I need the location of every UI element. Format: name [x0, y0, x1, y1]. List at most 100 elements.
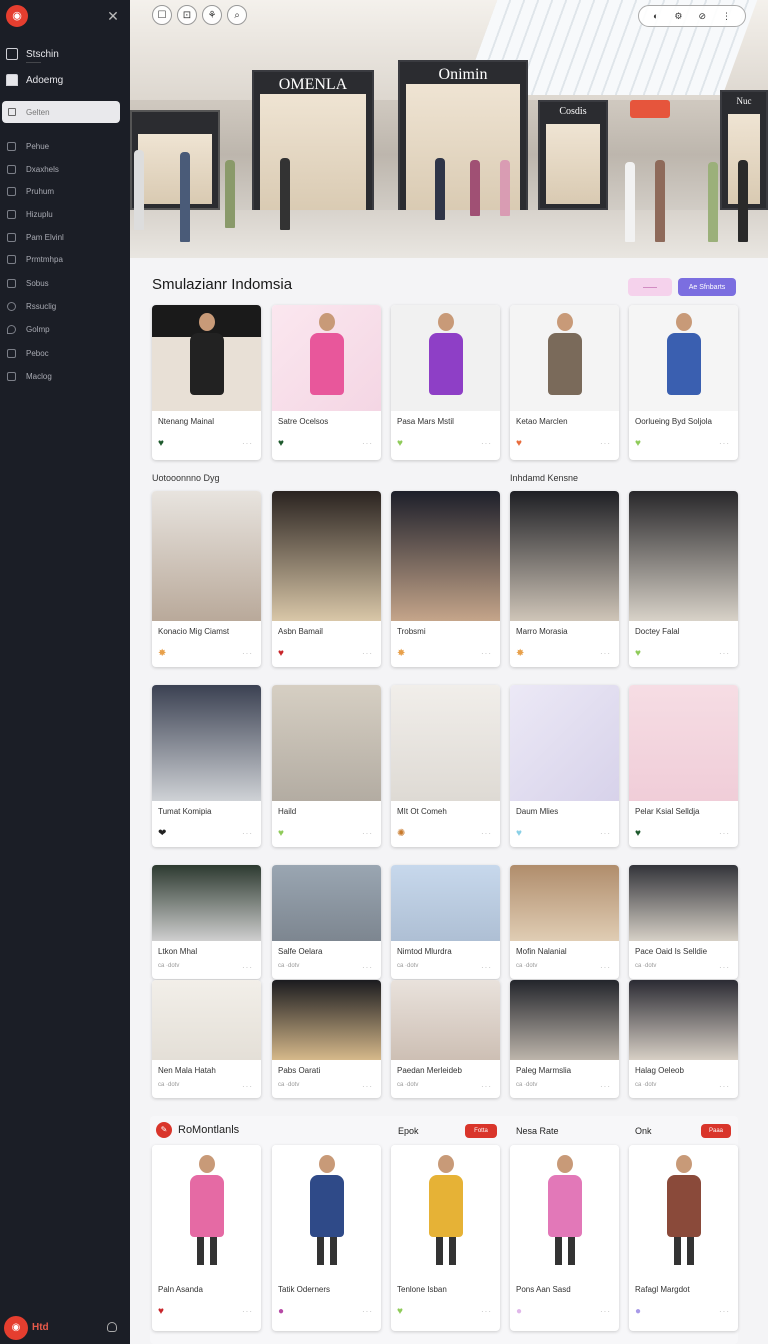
more-icon[interactable]: ··· — [719, 963, 730, 972]
more-icon[interactable]: ··· — [719, 439, 730, 448]
more-icon[interactable]: ··· — [362, 829, 373, 838]
more-icon[interactable]: ··· — [719, 649, 730, 658]
sidebar-item[interactable]: Pam Elvinl — [0, 228, 130, 246]
more-icon[interactable]: ··· — [481, 649, 492, 658]
like-icon[interactable]: ♥ — [278, 439, 284, 449]
more-icon[interactable]: ··· — [481, 963, 492, 972]
more-icon[interactable]: ··· — [719, 1307, 730, 1316]
more-icon[interactable]: ··· — [242, 439, 253, 448]
more-icon[interactable]: ··· — [481, 1307, 492, 1316]
filter-chip[interactable]: —— — [628, 278, 672, 296]
more-icon[interactable]: ··· — [242, 1082, 253, 1091]
product-card[interactable]: Pace Oaid Is Selldie ca ·dotv ··· — [629, 865, 738, 979]
more-icon[interactable]: ··· — [242, 963, 253, 972]
product-card[interactable]: Pons Aan Sasd ● ··· — [510, 1145, 619, 1331]
sidebar-item[interactable]: Pehue — [0, 137, 130, 155]
like-icon[interactable]: ● — [516, 1307, 522, 1317]
sidebar-item[interactable]: Dxaxhels — [0, 160, 130, 178]
sidebar-nav-home[interactable]: Adoemg — [0, 70, 130, 90]
product-card[interactable]: Tatik Oderners ● ··· — [272, 1145, 381, 1331]
product-card[interactable]: Rafagl Margdot ● ··· — [629, 1145, 738, 1331]
product-card[interactable]: Trobsmi ✸ ··· — [391, 491, 500, 667]
product-card[interactable]: Asbn Bamail ♥ ··· — [272, 491, 381, 667]
product-card[interactable]: Ntenang Mainal ♥ ··· — [152, 305, 261, 460]
hero-tool-button[interactable]: ◐ — [653, 11, 658, 21]
sidebar-search-input[interactable]: Gelten — [2, 101, 120, 123]
more-icon[interactable]: ··· — [481, 829, 492, 838]
like-icon[interactable]: ♥ — [635, 439, 641, 449]
more-icon[interactable]: ··· — [481, 1082, 492, 1091]
product-card[interactable]: Nimtod Mlurdra ca ·dotv ··· — [391, 865, 500, 979]
product-card[interactable]: Ketao Marclen ♥ ··· — [510, 305, 619, 460]
sidebar-nav-inbox[interactable]: Stschin — [0, 44, 130, 64]
product-card[interactable]: Doctey Falal ♥ ··· — [629, 491, 738, 667]
more-icon[interactable]: ··· — [600, 829, 611, 838]
product-card[interactable]: Paln Asanda ♥ ··· — [152, 1145, 261, 1331]
product-card[interactable]: Pasa Mars Mstil ♥ ··· — [391, 305, 500, 460]
like-icon[interactable]: ♥ — [158, 1307, 164, 1317]
brand-badge-icon[interactable]: ◉ — [4, 1316, 28, 1340]
like-icon[interactable]: ✺ — [397, 829, 405, 839]
user-icon[interactable] — [107, 1322, 117, 1332]
more-icon[interactable]: ··· — [600, 963, 611, 972]
like-icon[interactable]: ✸ — [516, 649, 524, 659]
more-icon[interactable]: ··· — [362, 1082, 373, 1091]
like-icon[interactable]: ♥ — [635, 829, 641, 839]
more-icon[interactable]: ··· — [719, 1082, 730, 1091]
product-card[interactable]: Haild ♥ ··· — [272, 685, 381, 847]
sidebar-item[interactable]: Sobus — [0, 274, 130, 292]
filter-button[interactable]: Ae Sfnbarts — [678, 278, 736, 296]
product-card[interactable]: Ltkon Mhal ca ·dotv ··· — [152, 865, 261, 979]
recommend-badge[interactable]: Fotta — [465, 1124, 497, 1138]
more-icon[interactable]: ··· — [600, 1307, 611, 1316]
more-icon[interactable]: ··· — [362, 963, 373, 972]
more-icon[interactable]: ··· — [719, 829, 730, 838]
sidebar-item[interactable]: Golmp — [0, 320, 130, 338]
search-icon[interactable]: ⌕ — [227, 5, 247, 25]
more-icon[interactable]: ··· — [242, 1307, 253, 1316]
sidebar-item[interactable]: Prmtmhpa — [0, 250, 130, 268]
brand-logo-icon[interactable]: ◉ — [6, 5, 28, 27]
footer-label[interactable]: Htd — [32, 1322, 49, 1333]
more-icon[interactable]: ⋮ — [722, 11, 731, 22]
product-card[interactable]: Satre Ocelsos ♥ ··· — [272, 305, 381, 460]
product-card[interactable]: Halag Oeleob ca ·dotv ··· — [629, 980, 738, 1098]
more-icon[interactable]: ··· — [362, 1307, 373, 1316]
more-icon[interactable]: ··· — [242, 649, 253, 658]
sidebar-item[interactable]: Peboc — [0, 344, 130, 362]
product-card[interactable]: Oorlueing Byd Soljola ♥ ··· — [629, 305, 738, 460]
like-icon[interactable]: ♥ — [397, 1307, 403, 1317]
hero-button[interactable]: ⚘ — [202, 5, 222, 25]
more-icon[interactable]: ··· — [242, 829, 253, 838]
like-icon[interactable]: ♥ — [516, 829, 522, 839]
product-card[interactable]: MIt Ot Comeh ✺ ··· — [391, 685, 500, 847]
like-icon[interactable]: ✸ — [397, 649, 405, 659]
product-card[interactable]: Tumat Komipia ❤ ··· — [152, 685, 261, 847]
product-card[interactable]: Paleg Marmslia ca ·dotv ··· — [510, 980, 619, 1098]
more-icon[interactable]: ··· — [600, 439, 611, 448]
like-icon[interactable]: ♥ — [278, 649, 284, 659]
sidebar-item[interactable]: Maclog — [0, 367, 130, 385]
product-card[interactable]: Paedan Merleideb ca ·dotv ··· — [391, 980, 500, 1098]
product-card[interactable]: Marro Morasia ✸ ··· — [510, 491, 619, 667]
hero-button[interactable]: ☐ — [152, 5, 172, 25]
like-icon[interactable]: ♥ — [278, 829, 284, 839]
like-icon[interactable]: ♥ — [397, 439, 403, 449]
sidebar-item[interactable]: Hizuplu — [0, 205, 130, 223]
product-card[interactable]: Konacio Mig Ciamst ✸ ··· — [152, 491, 261, 667]
more-icon[interactable]: ··· — [600, 1082, 611, 1091]
settings-icon[interactable]: ⚙ — [674, 11, 682, 22]
more-icon[interactable]: ··· — [600, 649, 611, 658]
more-icon[interactable]: ··· — [362, 649, 373, 658]
more-icon[interactable]: ··· — [481, 439, 492, 448]
product-card[interactable]: Tenlone Isban ♥ ··· — [391, 1145, 500, 1331]
hero-button[interactable]: ⊡ — [177, 5, 197, 25]
product-card[interactable]: Pabs Oarati ca ·dotv ··· — [272, 980, 381, 1098]
product-card[interactable]: Nen Mala Hatah ca ·dotv ··· — [152, 980, 261, 1098]
product-card[interactable]: Daum Mlies ♥ ··· — [510, 685, 619, 847]
close-sidebar-button[interactable]: ✕ — [106, 9, 120, 23]
hero-tool-button[interactable]: ⊘ — [698, 11, 706, 22]
like-icon[interactable]: ♥ — [635, 649, 641, 659]
product-card[interactable]: Mofin Nalanial ca ·dotv ··· — [510, 865, 619, 979]
like-icon[interactable]: ● — [278, 1307, 284, 1317]
